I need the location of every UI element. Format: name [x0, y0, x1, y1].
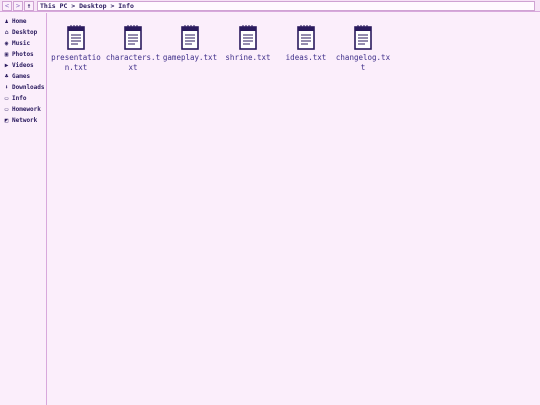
folder-icon: ▭: [4, 95, 9, 102]
sidebar-item-photos[interactable]: ▣ Photos: [0, 49, 46, 60]
file-item[interactable]: shrine.txt: [220, 23, 276, 63]
photo-icon: ▣: [4, 51, 9, 58]
toolbar: < > ↑ This PC > Desktop > Info: [0, 0, 540, 12]
download-icon: ⬇: [4, 84, 9, 91]
file-view: presentation.txt characters.txt gameplay…: [48, 13, 540, 405]
file-name: characters.txt: [105, 53, 161, 72]
sidebar-item-videos[interactable]: ▶ Videos: [0, 60, 46, 71]
sidebar-item-label: Videos: [12, 62, 34, 69]
sidebar-item-network[interactable]: ◩ Network: [0, 115, 46, 126]
sidebar-item-label: Homework: [12, 106, 41, 113]
notepad-icon: [297, 25, 315, 50]
sidebar-item-label: Info: [12, 95, 27, 102]
forward-button[interactable]: >: [13, 0, 23, 11]
notepad-icon: [181, 25, 199, 50]
sidebar-item-label: Games: [12, 73, 31, 80]
person-icon: ♟: [4, 18, 9, 25]
address-bar[interactable]: This PC > Desktop > Info: [37, 0, 535, 11]
notepad-icon: [239, 25, 257, 50]
file-name: ideas.txt: [285, 53, 327, 62]
file-item[interactable]: ideas.txt: [278, 23, 334, 63]
back-button[interactable]: <: [2, 0, 12, 11]
file-item[interactable]: presentation.txt: [48, 23, 104, 73]
sidebar-item-downloads[interactable]: ⬇ Downloads: [0, 82, 46, 93]
sidebar: ♟ Home ⌂ Desktop ◉ Music ▣ Photos ▶ Vide…: [0, 13, 47, 405]
network-icon: ◩: [4, 117, 9, 124]
notepad-icon: [67, 25, 85, 50]
sidebar-item-desktop[interactable]: ⌂ Desktop: [0, 27, 46, 38]
video-icon: ▶: [4, 62, 9, 69]
file-name: changelog.txt: [335, 53, 391, 72]
sidebar-item-info[interactable]: ▭ Info: [0, 93, 46, 104]
game-icon: ♣: [4, 73, 9, 80]
notepad-icon: [354, 25, 372, 50]
sidebar-item-label: Home: [12, 18, 27, 25]
music-icon: ◉: [4, 40, 9, 47]
sidebar-item-label: Network: [12, 117, 38, 124]
file-name: shrine.txt: [225, 53, 271, 62]
folder-icon: ▭: [4, 106, 9, 113]
sidebar-item-label: Music: [12, 40, 31, 47]
file-item[interactable]: characters.txt: [105, 23, 161, 73]
sidebar-item-home[interactable]: ♟ Home: [0, 16, 46, 27]
notepad-icon: [124, 25, 142, 50]
sidebar-item-music[interactable]: ◉ Music: [0, 38, 46, 49]
up-button[interactable]: ↑: [24, 0, 34, 11]
sidebar-item-label: Photos: [12, 51, 34, 58]
file-item[interactable]: gameplay.txt: [162, 23, 218, 63]
file-item[interactable]: changelog.txt: [335, 23, 391, 73]
sidebar-item-homework[interactable]: ▭ Homework: [0, 104, 46, 115]
sidebar-item-games[interactable]: ♣ Games: [0, 71, 46, 82]
file-name: presentation.txt: [51, 53, 101, 72]
sidebar-item-label: Desktop: [12, 29, 38, 36]
sidebar-item-label: Downloads: [12, 84, 45, 91]
desktop-icon: ⌂: [4, 29, 9, 36]
file-name: gameplay.txt: [162, 53, 218, 62]
